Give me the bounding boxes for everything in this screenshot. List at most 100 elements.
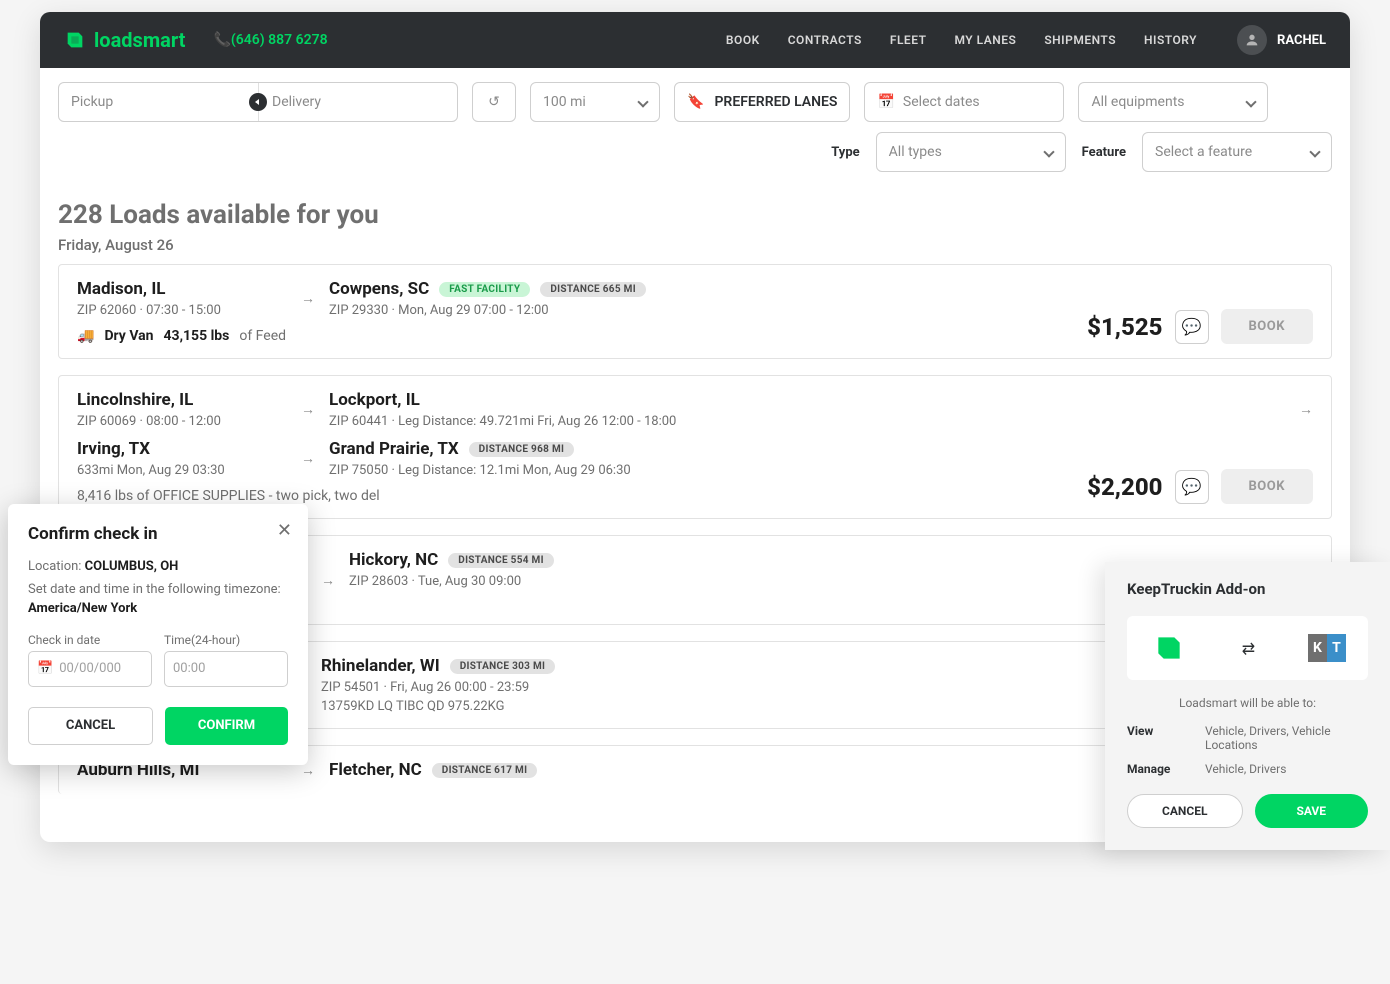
chat-button[interactable]: 💬 (1175, 310, 1209, 344)
feature-value: Select a feature (1155, 144, 1252, 160)
leg2-origin-city: Irving, TX (77, 439, 287, 459)
phone-icon: 📞 (213, 32, 230, 48)
history-button[interactable]: ↺ (472, 82, 516, 122)
brand-logo[interactable]: loadsmart (64, 28, 185, 52)
avatar-icon (1237, 25, 1267, 55)
price: $1,525 (1087, 313, 1162, 341)
swap-icon[interactable] (249, 93, 267, 111)
date-picker[interactable]: 📅 Select dates (864, 82, 1064, 122)
calendar-icon: 📅 (877, 94, 894, 110)
logo-icon (64, 29, 86, 51)
keeptruckin-logo-icon: KT (1308, 634, 1346, 662)
cargo-details: 13759KD LQ TIBC QD 975.22KG (321, 699, 555, 714)
main-header: loadsmart 📞(646) 887 6278 BOOK CONTRACTS… (40, 12, 1350, 68)
main-nav: BOOK CONTRACTS FLEET MY LANES SHIPMENTS … (726, 25, 1326, 55)
distance-badge: DISTANCE 303 MI (450, 659, 556, 674)
radius-select[interactable]: 100 mi (530, 82, 660, 122)
close-button[interactable]: ✕ (277, 520, 292, 541)
date-heading: Friday, August 26 (58, 236, 1332, 254)
checkin-date-input[interactable]: 📅 00/00/000 (28, 651, 152, 687)
delivery-placeholder: Delivery (252, 94, 445, 110)
dates-placeholder: Select dates (903, 94, 980, 110)
leg2-dest-city: Grand Prairie, TX (329, 439, 459, 459)
dest-sub: ZIP 28603 · Tue, Aug 30 09:00 (349, 574, 554, 589)
sync-icon: ⇄ (1242, 639, 1255, 658)
nav-contracts[interactable]: CONTRACTS (788, 33, 862, 47)
chevron-down-icon (1309, 146, 1320, 157)
filter-bar: Pickup Delivery ↺ 100 mi 🔖PREFERRED LANE… (40, 68, 1350, 122)
distance-badge: DISTANCE 665 MI (540, 282, 646, 297)
load-card[interactable]: Lincolnshire, IL ZIP 60069 · 08:00 - 12:… (58, 375, 1332, 519)
nav-history[interactable]: HISTORY (1144, 33, 1197, 47)
feature-label: Feature (1082, 145, 1126, 160)
equip-type: Dry Van (104, 328, 153, 344)
dest-city: Cowpens, SC (329, 279, 429, 299)
confirm-button[interactable]: CONFIRM (165, 707, 288, 745)
checkin-time-input[interactable]: 00:00 (164, 651, 288, 687)
chevron-down-icon (1246, 96, 1257, 107)
pickup-delivery-input[interactable]: Pickup Delivery (58, 82, 458, 122)
type-select[interactable]: All types (876, 132, 1066, 172)
date-placeholder: 00/00/000 (59, 661, 121, 676)
arrow-icon: → (321, 572, 335, 589)
dest-sub: ZIP 29330 · Mon, Aug 29 07:00 - 12:00 (329, 303, 646, 318)
checkin-modal: Confirm check in ✕ Location: COLUMBUS, O… (8, 504, 308, 765)
dest-city: Fletcher, NC (329, 760, 422, 780)
equipment-select[interactable]: All equipments (1078, 82, 1268, 122)
preferred-lanes-button[interactable]: 🔖PREFERRED LANES (674, 82, 850, 122)
distance-badge: DISTANCE 617 MI (432, 763, 538, 778)
price: $2,200 (1087, 473, 1162, 501)
time-placeholder: 00:00 (173, 661, 205, 676)
book-button[interactable]: BOOK (1221, 309, 1314, 344)
leg2-dest-sub: ZIP 75050 · Leg Distance: 12.1mi Mon, Au… (329, 463, 631, 478)
fast-facility-badge: FAST FACILITY (439, 282, 530, 297)
nav-fleet[interactable]: FLEET (890, 33, 927, 47)
arrow-icon: → (301, 450, 315, 467)
stop-city: Lockport, IL (329, 390, 1285, 410)
user-menu[interactable]: RACHEL (1225, 25, 1326, 55)
panel-cancel-button[interactable]: CANCEL (1127, 794, 1243, 828)
arrow-icon: → (1299, 401, 1313, 418)
feature-select[interactable]: Select a feature (1142, 132, 1332, 172)
sub-filter-bar: Type All types Feature Select a feature (40, 122, 1350, 172)
weight: 43,155 lbs (164, 328, 230, 344)
panel-title: KeepTruckin Add-on (1127, 580, 1368, 598)
chevron-down-icon (1043, 146, 1054, 157)
loadsmart-logo-icon (1149, 632, 1189, 664)
brand-name: loadsmart (94, 28, 185, 52)
modal-desc: Set date and time in the following timez… (28, 581, 288, 619)
integration-logos: ⇄ KT (1127, 616, 1368, 680)
chat-button[interactable]: 💬 (1175, 470, 1209, 504)
history-icon: ↺ (488, 94, 500, 110)
panel-save-button[interactable]: SAVE (1255, 794, 1369, 828)
chevron-down-icon (637, 96, 648, 107)
equip-details: 8,416 lbs of OFFICE SUPPLIES - two pick,… (77, 488, 380, 504)
dest-city: Rhinelander, WI (321, 656, 440, 676)
nav-mylanes[interactable]: MY LANES (954, 33, 1016, 47)
book-button[interactable]: BOOK (1221, 469, 1314, 504)
permission-view: ViewVehicle, Drivers, Vehicle Locations (1127, 724, 1368, 752)
distance-badge: DISTANCE 968 MI (469, 442, 575, 457)
nav-book[interactable]: BOOK (726, 33, 760, 47)
leg2-origin-sub: 633mi Mon, Aug 29 03:30 (77, 463, 287, 478)
dest-sub: ZIP 54501 · Fri, Aug 26 00:00 - 23:59 (321, 680, 555, 695)
user-name: RACHEL (1277, 33, 1326, 48)
stop-sub: ZIP 60441 · Leg Distance: 49.721mi Fri, … (329, 414, 1285, 429)
cancel-button[interactable]: CANCEL (28, 707, 153, 745)
radius-value: 100 mi (543, 94, 586, 110)
load-card[interactable]: Madison, IL ZIP 62060 · 07:30 - 15:00 → … (58, 264, 1332, 359)
addon-panel: KeepTruckin Add-on ⇄ KT Loadsmart will b… (1105, 562, 1390, 850)
date-label: Check in date (28, 633, 152, 647)
equip-value: All equipments (1091, 94, 1184, 110)
phone-number[interactable]: 📞(646) 887 6278 (213, 32, 327, 48)
page-heading: 228 Loads available for you (58, 200, 1332, 230)
nav-shipments[interactable]: SHIPMENTS (1044, 33, 1116, 47)
permission-manage: ManageVehicle, Drivers (1127, 762, 1368, 776)
origin-sub: ZIP 62060 · 07:30 - 15:00 (77, 303, 287, 318)
pickup-placeholder: Pickup (71, 94, 244, 110)
arrow-icon: → (301, 401, 315, 418)
calendar-icon: 📅 (37, 661, 53, 676)
cargo: of Feed (239, 328, 286, 344)
distance-badge: DISTANCE 554 MI (448, 553, 554, 568)
modal-title: Confirm check in (28, 524, 288, 544)
